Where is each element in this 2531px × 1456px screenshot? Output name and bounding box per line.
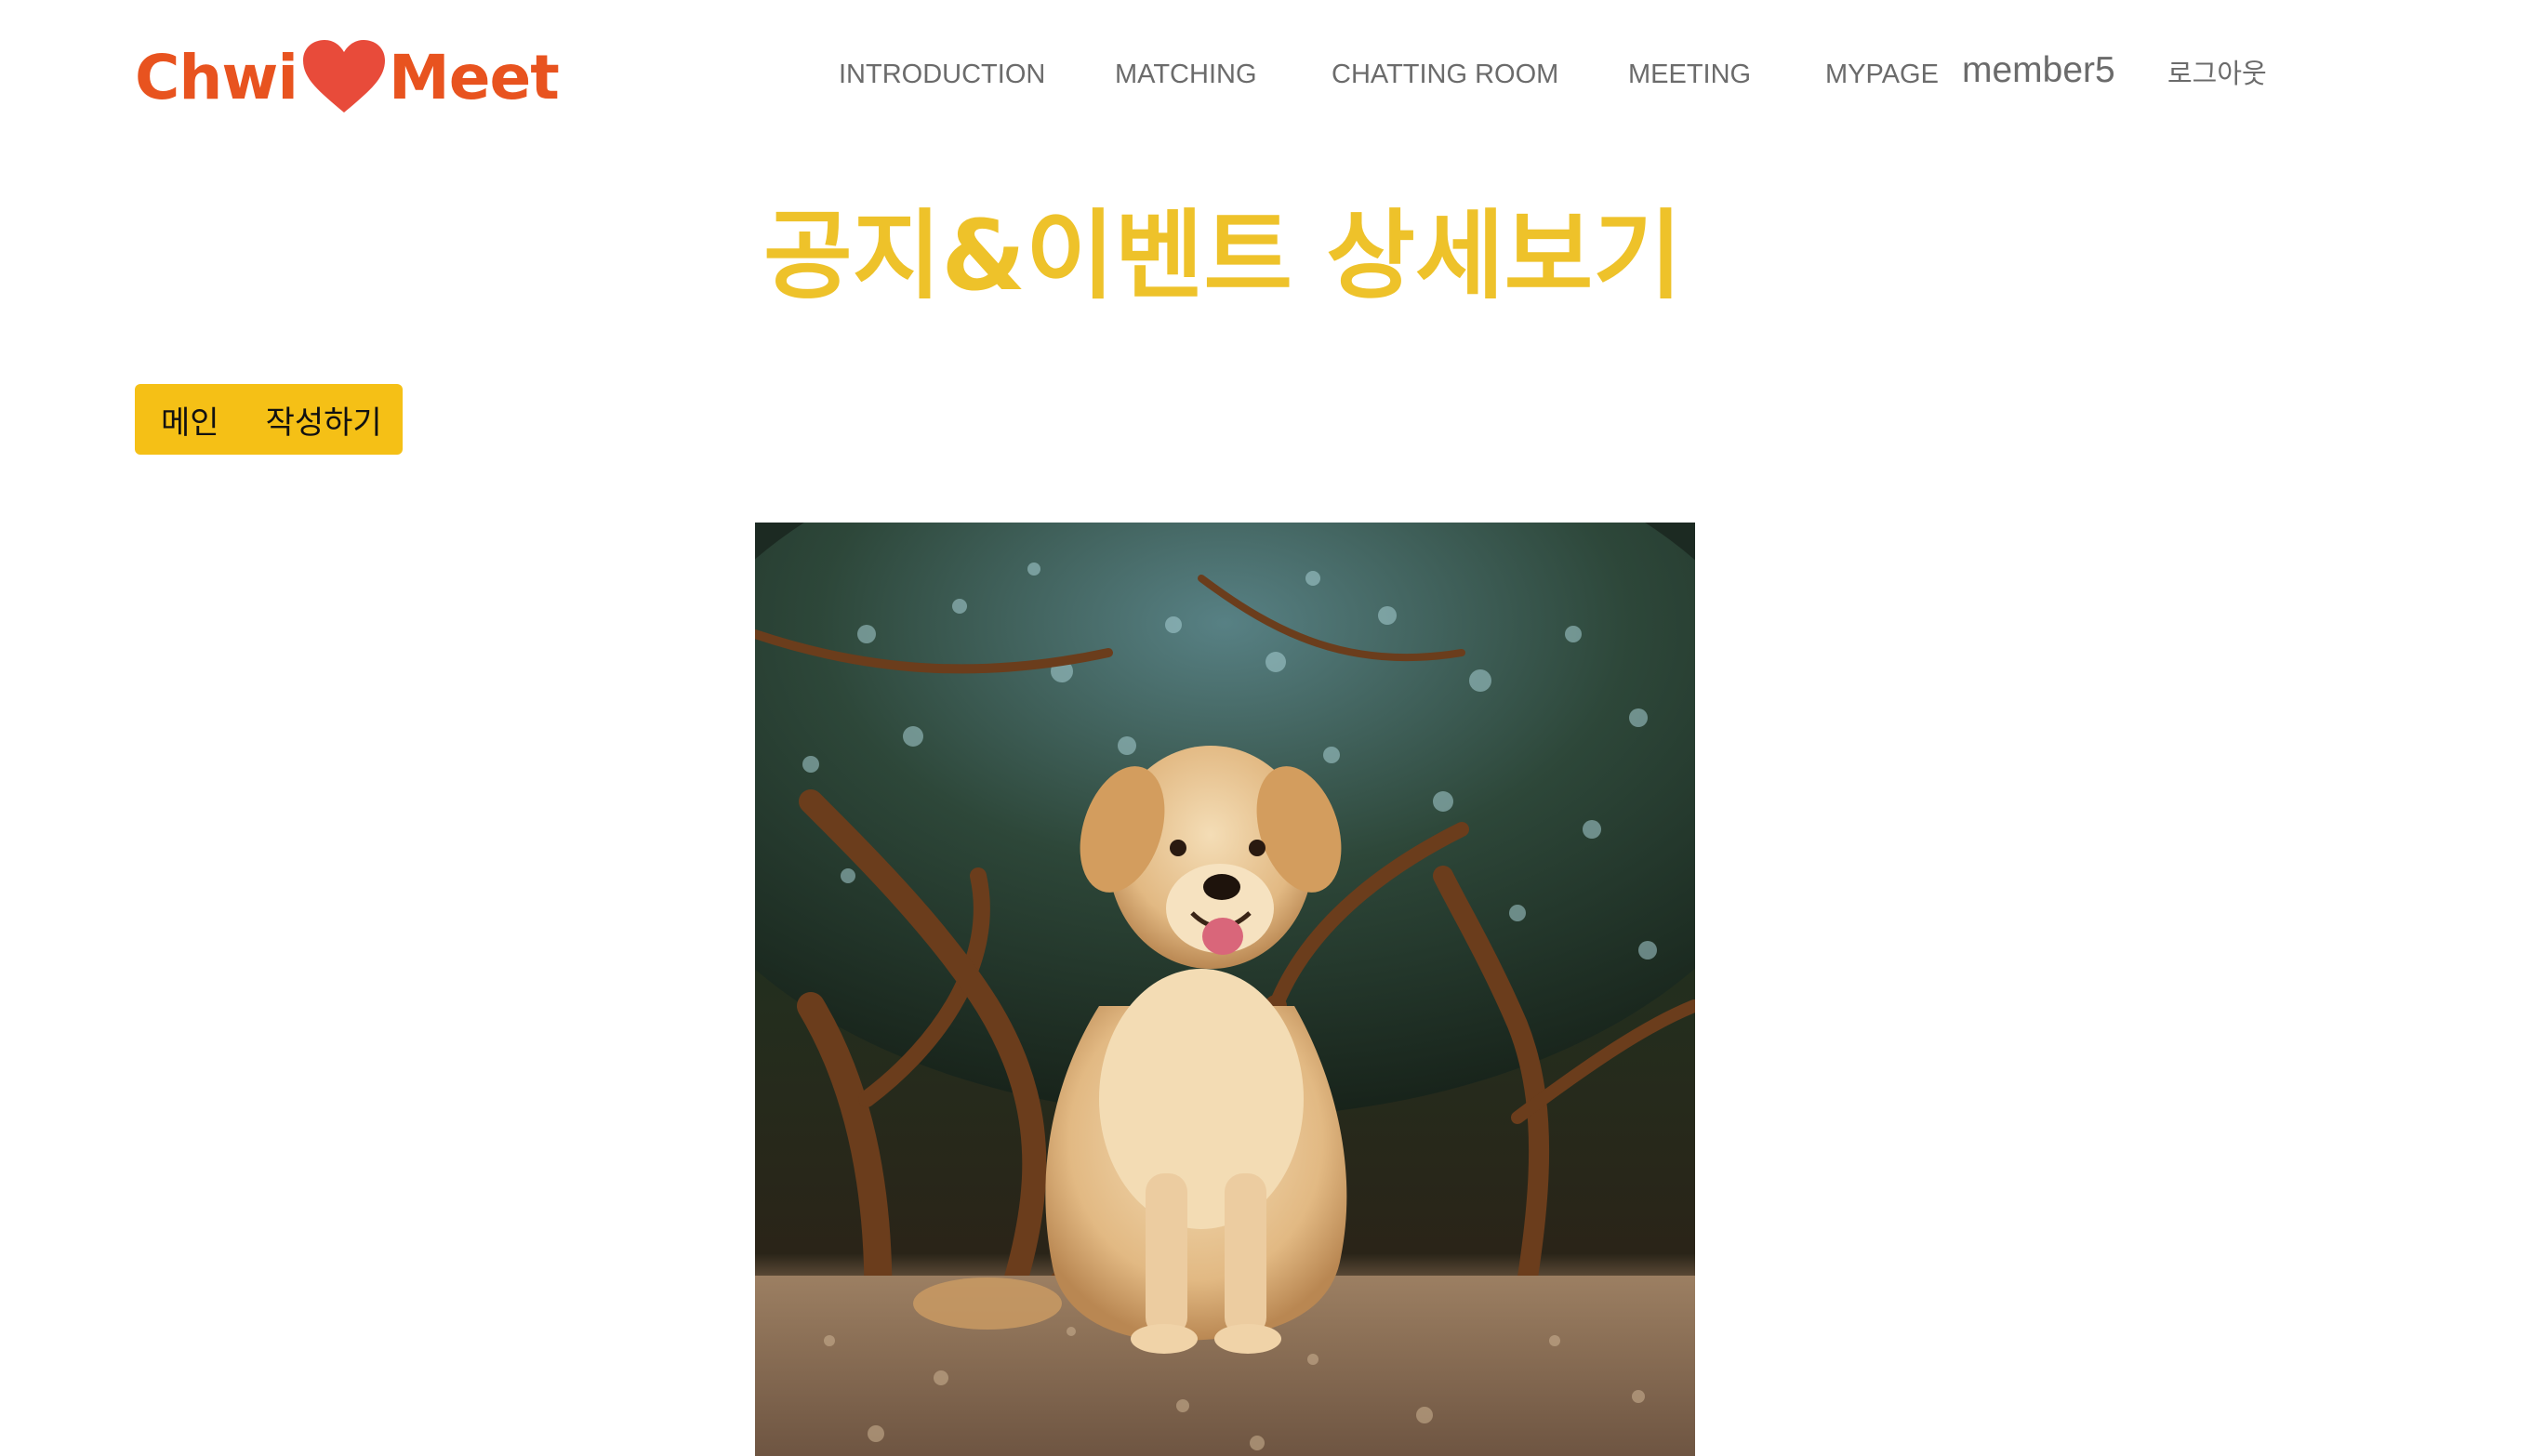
username-label: member5 (1962, 50, 2115, 90)
nav-chatting-room[interactable]: CHATTING ROOM (1332, 54, 1558, 95)
logout-link[interactable]: 로그아웃 (2167, 54, 2267, 95)
dog-photo (755, 523, 1695, 1456)
nav-meeting[interactable]: MEETING (1628, 54, 1751, 95)
nav-introduction[interactable]: INTRODUCTION (839, 54, 1045, 95)
post-image (755, 523, 1695, 1456)
action-button-group: 메인 작성하기 (135, 384, 403, 455)
page: Chwi Meet INTRODUCTION MATCHING CHATTING… (0, 0, 2531, 1456)
write-button[interactable]: 작성하기 (266, 397, 382, 443)
main-nav: INTRODUCTION MATCHING CHATTING ROOM MEET… (0, 54, 2531, 95)
nav-matching[interactable]: MATCHING (1115, 54, 1257, 95)
nav-mypage[interactable]: MYPAGE (1825, 54, 1939, 95)
main-button[interactable]: 메인 (161, 397, 219, 443)
page-title: 공지&이벤트 상세보기 (762, 199, 1683, 312)
